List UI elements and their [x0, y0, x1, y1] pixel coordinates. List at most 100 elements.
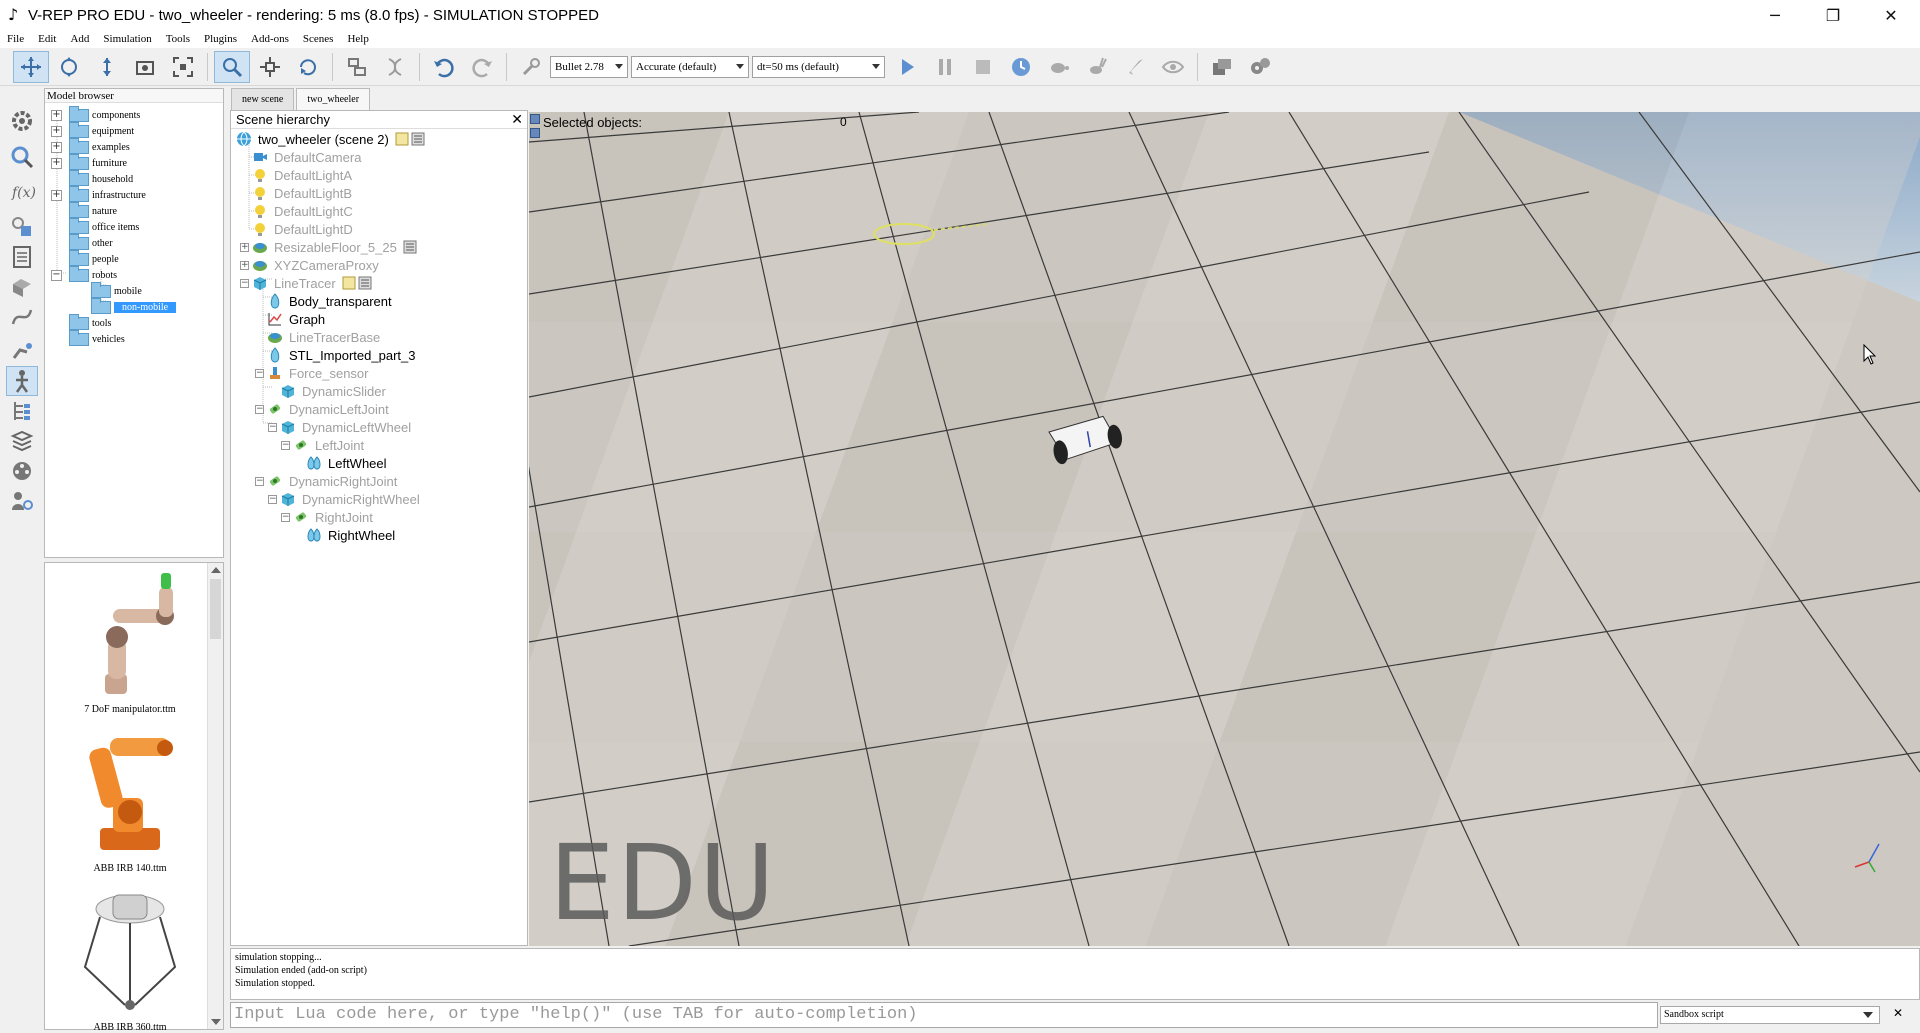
accuracy-select[interactable]: Accurate (default) [631, 55, 749, 78]
scene-list-button[interactable] [1204, 51, 1240, 83]
redo-button[interactable] [464, 51, 500, 83]
expand-icon[interactable] [51, 238, 62, 249]
model-folder-non-mobile[interactable]: non-mobile [91, 297, 177, 315]
menu-tools[interactable]: Tools [159, 33, 197, 45]
collapse-icon[interactable]: − [255, 368, 264, 378]
camera-shift-button[interactable] [89, 51, 125, 83]
model-folder-infrastructure[interactable]: + infrastructure [51, 185, 146, 203]
model-folder-nature[interactable]: nature [51, 201, 117, 219]
camera-rotate-button[interactable] [51, 51, 87, 83]
settings-button[interactable] [1242, 51, 1278, 83]
pause-simulation-button[interactable] [927, 51, 963, 83]
start-simulation-button[interactable] [889, 51, 925, 83]
hierarchy-item[interactable]: − DynamicLeftWheel [268, 418, 411, 436]
model-folder-components[interactable]: + components [51, 105, 140, 123]
hierarchy-item[interactable]: − LeftJoint [281, 436, 364, 454]
expand-icon[interactable] [51, 254, 62, 265]
video-recorder-button[interactable] [6, 456, 38, 486]
model-folder-robots[interactable]: − robots [51, 265, 117, 283]
stop-simulation-button[interactable] [965, 51, 1001, 83]
collapse-icon[interactable]: − [268, 422, 277, 432]
model-folder-tools[interactable]: tools [51, 313, 111, 331]
hierarchy-item[interactable]: − DynamicRightWheel [268, 490, 420, 508]
model-folder-examples[interactable]: + examples [51, 137, 130, 155]
expand-icon[interactable]: + [51, 157, 62, 169]
menu-simulation[interactable]: Simulation [96, 33, 158, 45]
expand-icon[interactable] [51, 222, 62, 233]
hierarchy-item[interactable]: + ResizableFloor_5_25 [240, 238, 417, 256]
fit-to-view-button[interactable] [165, 51, 201, 83]
expand-icon[interactable] [51, 206, 62, 217]
dynamics-toggle-button[interactable] [513, 51, 549, 83]
hierarchy-item[interactable]: Graph [267, 310, 325, 328]
menu-plugins[interactable]: Plugins [197, 33, 244, 45]
hierarchy-item[interactable]: DefaultLightA [252, 166, 352, 184]
hierarchy-item[interactable]: DefaultLightB [252, 184, 352, 202]
camera-angle-button[interactable] [127, 51, 163, 83]
close-button[interactable]: ✕ [1862, 0, 1920, 30]
hierarchy-item[interactable]: − Force_sensor [255, 364, 368, 382]
scene-viewport[interactable]: Selected objects: 0 EDU [529, 112, 1920, 946]
hierarchy-item[interactable]: − DynamicRightJoint [255, 472, 397, 490]
menu-add[interactable]: Add [63, 33, 96, 45]
camera-pan-button[interactable] [13, 50, 49, 83]
tab-new-scene[interactable]: new scene [231, 88, 295, 110]
assemble-button[interactable] [339, 51, 375, 83]
real-time-button[interactable] [1003, 51, 1039, 83]
scroll-down-icon[interactable] [211, 1019, 221, 1025]
script-context-select[interactable]: Sandbox script [1660, 1006, 1880, 1024]
model-folder-people[interactable]: people [51, 249, 119, 267]
hierarchy-item[interactable]: RightWheel [306, 526, 395, 544]
model-folder-furniture[interactable]: + furniture [51, 153, 127, 171]
close-icon[interactable]: ✕ [1893, 1006, 1903, 1020]
thread-rendering-button[interactable] [1117, 51, 1153, 83]
slow-down-button[interactable] [1041, 51, 1077, 83]
collapse-icon[interactable]: − [240, 278, 249, 288]
speed-up-button[interactable] [1079, 51, 1115, 83]
collapse-icon[interactable]: − [281, 512, 290, 522]
expand-icon[interactable]: + [240, 260, 249, 270]
restore-button[interactable]: ❐ [1804, 0, 1862, 30]
physics-engine-select[interactable]: Bullet 2.78 [550, 55, 628, 78]
path-edit-button[interactable] [6, 302, 38, 332]
model-thumb-7dof[interactable]: 7 DoF manipulator.ttm [55, 569, 205, 715]
menu-edit[interactable]: Edit [31, 33, 63, 45]
calculation-modules-button[interactable]: f(x) [6, 176, 38, 206]
model-thumb-abb-irb140[interactable]: ABB IRB 140.ttm [55, 728, 205, 874]
model-folder-vehicles[interactable]: vehicles [51, 329, 125, 347]
menu-scenes[interactable]: Scenes [296, 33, 341, 45]
hierarchy-item[interactable]: + XYZCameraProxy [240, 256, 379, 274]
object-shift-button[interactable] [252, 51, 288, 83]
click-select-button[interactable] [214, 50, 250, 83]
model-folder-office-items[interactable]: office items [51, 217, 139, 235]
expand-icon[interactable] [51, 334, 62, 345]
hierarchy-item[interactable]: LineTracerBase [267, 328, 380, 346]
transfer-dna-button[interactable] [377, 51, 413, 83]
model-folder-household[interactable]: household [51, 169, 133, 187]
hierarchy-item[interactable]: two_wheeler (scene 2) [236, 130, 425, 148]
menu-addons[interactable]: Add-ons [244, 33, 296, 45]
tab-two-wheeler[interactable]: two_wheeler [296, 88, 371, 110]
expand-icon[interactable]: + [51, 189, 62, 201]
hierarchy-item[interactable]: STL_Imported_part_3 [267, 346, 415, 364]
hierarchy-item[interactable]: Body_transparent [267, 292, 392, 310]
collapse-icon[interactable]: − [281, 440, 290, 450]
expand-icon[interactable] [51, 174, 62, 185]
layers-button[interactable] [6, 426, 38, 456]
scroll-thumb[interactable] [210, 579, 221, 639]
script-indicator-icon[interactable] [395, 132, 425, 146]
menu-file[interactable]: File [0, 33, 31, 45]
hierarchy-item[interactable]: LeftWheel [306, 454, 387, 472]
hierarchy-item[interactable]: − LineTracer [240, 274, 372, 292]
user-settings-button[interactable] [6, 486, 38, 516]
selection-button[interactable] [6, 142, 38, 172]
timestep-select[interactable]: dt=50 ms (default) [752, 55, 885, 78]
collapse-icon[interactable]: − [268, 494, 277, 504]
expand-icon[interactable]: + [240, 242, 249, 252]
simulation-settings-button[interactable] [6, 106, 38, 136]
object-properties-button[interactable] [6, 242, 38, 272]
hierarchy-item[interactable]: DefaultLightD [252, 220, 353, 238]
ik-button[interactable] [6, 336, 38, 366]
close-icon[interactable]: ✕ [511, 111, 523, 129]
object-rotate-button[interactable] [290, 51, 326, 83]
